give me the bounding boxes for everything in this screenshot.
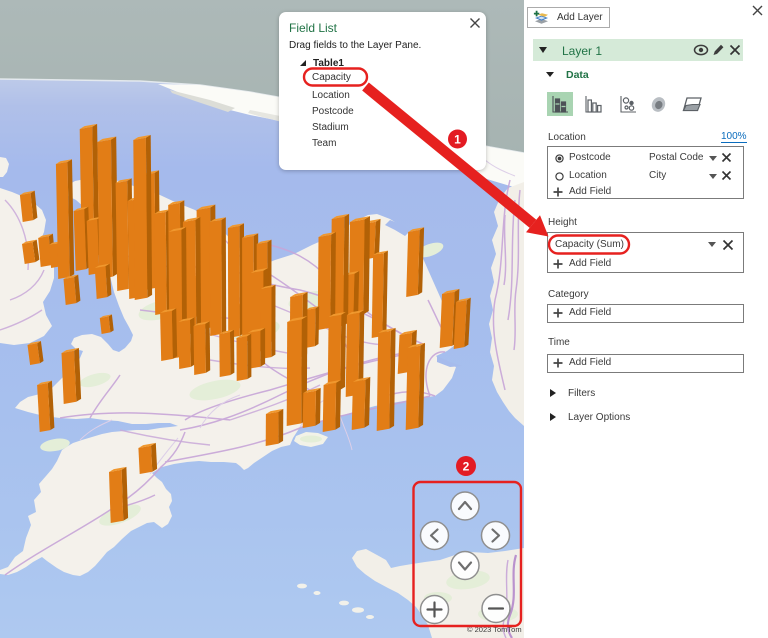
svg-text:© 2023 TomTom: © 2023 TomTom	[467, 625, 522, 634]
